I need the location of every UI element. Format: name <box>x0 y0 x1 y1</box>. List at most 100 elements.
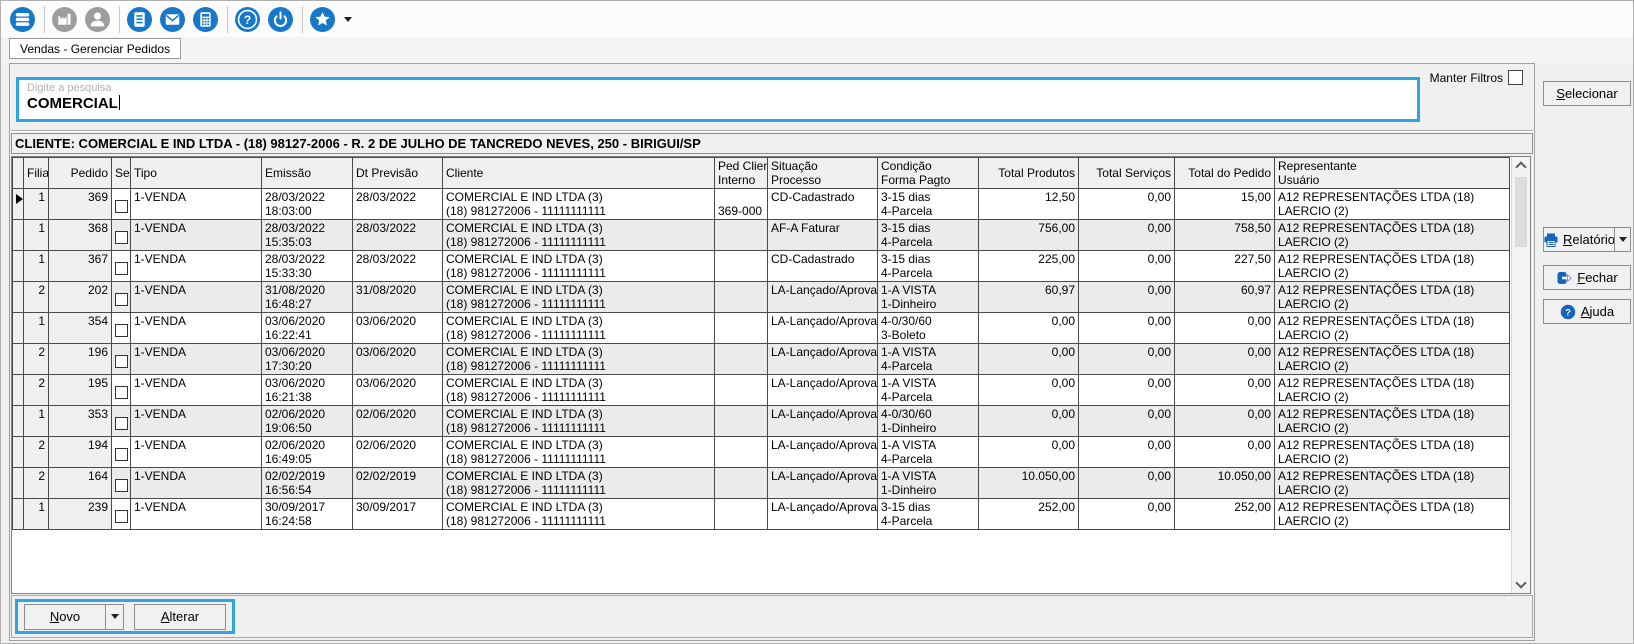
keep-filters-checkbox[interactable] <box>1508 70 1523 85</box>
cell-representante: A12 REPRESENTAÇÕES LTDA (18)LAERCIO (2) <box>1275 468 1510 499</box>
column-header-total-servicos[interactable]: Total Serviços <box>1079 158 1175 189</box>
row-checkbox[interactable] <box>115 293 128 306</box>
cell-filial: 1 <box>24 251 49 282</box>
selecionar-button[interactable]: Selecionar <box>1543 81 1631 106</box>
grid-body: 13691-VENDA28/03/202218:03:0028/03/2022C… <box>13 189 1510 530</box>
row-checkbox[interactable] <box>115 479 128 492</box>
row-checkbox[interactable] <box>115 448 128 461</box>
cell-emissao: 02/06/202019:06:50 <box>262 406 353 437</box>
column-header-pedido[interactable]: Pedido <box>49 158 112 189</box>
column-header-dt-previsao[interactable]: Dt Previsão <box>353 158 443 189</box>
cell-condicao: 1-A VISTA1-Dinheiro <box>878 468 979 499</box>
cell-tipo: 1-VENDA <box>131 468 262 499</box>
table-row[interactable]: 12391-VENDA30/09/201716:24:5830/09/2017C… <box>13 499 1510 530</box>
search-input[interactable]: Digite a pesquisa COMERCIAL <box>16 77 1420 122</box>
cell-situacao: LA-Lançado/Aprovado <box>768 468 878 499</box>
power-icon[interactable] <box>268 7 293 32</box>
table-row[interactable]: 21951-VENDA03/06/202016:21:3803/06/2020C… <box>13 375 1510 406</box>
cell-total-servicos: 0,00 <box>1079 375 1175 406</box>
cell-tipo: 1-VENDA <box>131 499 262 530</box>
column-header-total-pedido[interactable]: Total do Pedido <box>1175 158 1275 189</box>
calculator-icon[interactable] <box>193 7 218 32</box>
row-checkbox[interactable] <box>115 510 128 523</box>
alterar-button[interactable]: Alterar <box>134 604 226 630</box>
cell-filial: 2 <box>24 375 49 406</box>
cell-cliente: COMERCIAL E IND LTDA (3)(18) 981272006 -… <box>443 437 715 468</box>
fechar-button[interactable]: Fechar <box>1543 265 1631 290</box>
menu-icon[interactable] <box>10 7 35 32</box>
cell-ped-interno <box>715 499 768 530</box>
row-checkbox[interactable] <box>115 231 128 244</box>
row-checkbox[interactable] <box>115 417 128 430</box>
column-header-total-produtos[interactable]: Total Produtos <box>979 158 1079 189</box>
cell-ped-interno <box>715 375 768 406</box>
help-icon[interactable]: ? <box>235 7 260 32</box>
search-value: COMERCIAL <box>27 95 1409 112</box>
column-header-condicao-forma-pagto[interactable]: CondiçãoForma Pagto <box>878 158 979 189</box>
column-header-filial[interactable]: Filial <box>24 158 49 189</box>
mail-icon[interactable] <box>160 7 185 32</box>
column-header-sel[interactable]: Sel <box>112 158 131 189</box>
cell-pedido: 369 <box>49 189 112 220</box>
help-circle-icon: ? <box>1560 304 1576 320</box>
novo-dropdown-button[interactable] <box>106 604 124 630</box>
cell-cliente: COMERCIAL E IND LTDA (3)(18) 981272006 -… <box>443 375 715 406</box>
svg-text:?: ? <box>1565 307 1571 318</box>
table-row[interactable]: 13671-VENDA28/03/202215:33:3028/03/2022C… <box>13 251 1510 282</box>
cell-representante: A12 REPRESENTAÇÕES LTDA (18)LAERCIO (2) <box>1275 189 1510 220</box>
row-checkbox[interactable] <box>115 262 128 275</box>
cell-ped-interno <box>715 344 768 375</box>
tab-strip: Vendas - Gerenciar Pedidos <box>1 37 1633 63</box>
column-header-selector[interactable] <box>13 158 24 189</box>
ajuda-button[interactable]: ? Ajuda <box>1543 299 1631 324</box>
row-checkbox[interactable] <box>115 200 128 213</box>
row-checkbox[interactable] <box>115 386 128 399</box>
cell-total-produtos: 0,00 <box>979 437 1079 468</box>
toolbar-separator <box>302 6 303 33</box>
novo-button[interactable]: Novo <box>24 604 106 630</box>
table-row[interactable]: 22021-VENDA31/08/202016:48:2731/08/2020C… <box>13 282 1510 313</box>
table-row[interactable]: 21941-VENDA02/06/202016:49:0502/06/2020C… <box>13 437 1510 468</box>
cell-total-pedido: 15,00 <box>1175 189 1275 220</box>
column-header-tipo[interactable]: Tipo <box>131 158 262 189</box>
cell-pedido: 195 <box>49 375 112 406</box>
cell-emissao: 03/06/202016:21:38 <box>262 375 353 406</box>
cell-ped-interno <box>715 437 768 468</box>
favorites-dropdown-caret[interactable] <box>344 17 352 22</box>
scroll-up-icon[interactable] <box>1515 161 1526 172</box>
table-row[interactable]: 13681-VENDA28/03/202215:35:0328/03/2022C… <box>13 220 1510 251</box>
relatorio-button[interactable]: Relatório <box>1543 227 1615 252</box>
table-row[interactable]: 21961-VENDA03/06/202017:30:2003/06/2020C… <box>13 344 1510 375</box>
table-row[interactable]: 13531-VENDA02/06/202019:06:5002/06/2020C… <box>13 406 1510 437</box>
row-checkbox[interactable] <box>115 324 128 337</box>
cell-representante: A12 REPRESENTAÇÕES LTDA (18)LAERCIO (2) <box>1275 282 1510 313</box>
factory-icon[interactable] <box>52 7 77 32</box>
scroll-down-icon[interactable] <box>1515 577 1526 588</box>
row-checkbox[interactable] <box>115 355 128 368</box>
scrollbar-thumb[interactable] <box>1515 177 1527 247</box>
records-icon[interactable] <box>127 7 152 32</box>
cell-emissao: 28/03/202215:33:30 <box>262 251 353 282</box>
cell-condicao: 3-15 dias4-Parcela <box>878 251 979 282</box>
cell-sel <box>112 437 131 468</box>
cell-pedido: 196 <box>49 344 112 375</box>
column-header-emissao[interactable]: Emissão <box>262 158 353 189</box>
table-row[interactable]: 13691-VENDA28/03/202218:03:0028/03/2022C… <box>13 189 1510 220</box>
column-header-representante-usuario[interactable]: RepresentanteUsuário <box>1275 158 1510 189</box>
column-header-ped-cliente-interno[interactable]: Ped ClienteInterno <box>715 158 768 189</box>
relatorio-dropdown-button[interactable] <box>1614 227 1631 252</box>
tab-vendas-gerenciar-pedidos[interactable]: Vendas - Gerenciar Pedidos <box>9 38 181 59</box>
table-row[interactable]: 13541-VENDA03/06/202016:22:4103/06/2020C… <box>13 313 1510 344</box>
favorites-icon[interactable] <box>310 7 335 32</box>
user-icon[interactable] <box>85 7 110 32</box>
cell-representante: A12 REPRESENTAÇÕES LTDA (18)LAERCIO (2) <box>1275 344 1510 375</box>
vertical-scrollbar[interactable] <box>1511 157 1530 593</box>
table-row[interactable]: 21641-VENDA02/02/201916:56:5402/02/2019C… <box>13 468 1510 499</box>
column-header-cliente[interactable]: Cliente <box>443 158 715 189</box>
cell-tipo: 1-VENDA <box>131 437 262 468</box>
svg-text:?: ? <box>244 12 251 26</box>
cell-sel <box>112 499 131 530</box>
cell-emissao: 02/06/202016:49:05 <box>262 437 353 468</box>
cell-emissao: 02/02/201916:56:54 <box>262 468 353 499</box>
column-header-situacao-processo[interactable]: SituaçãoProcesso <box>768 158 878 189</box>
